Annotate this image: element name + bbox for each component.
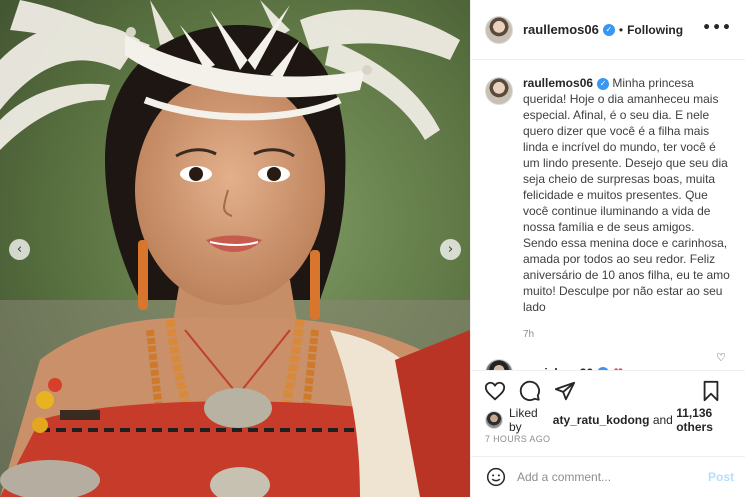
- verified-badge-icon: ✓: [597, 78, 610, 90]
- post-timestamp[interactable]: 7 HOURS AGO: [485, 434, 550, 444]
- caption-text: Minha princesa querida! Hoje o dia amanh…: [523, 76, 730, 314]
- liker-avatar[interactable]: [485, 411, 503, 429]
- author-avatar[interactable]: [485, 15, 513, 44]
- more-options-icon[interactable]: •••: [702, 20, 732, 36]
- caption-username[interactable]: raullemos06: [523, 76, 593, 90]
- instagram-post: ‹ › raullemos06 ✓ • Following ••• raulle…: [0, 0, 745, 497]
- likes-count[interactable]: 11,136 others: [676, 406, 745, 434]
- caption-time[interactable]: 7h: [523, 327, 732, 343]
- likes-summary: Liked by aty_ratu_kodong and 11,136 othe…: [485, 406, 745, 434]
- next-image-button[interactable]: ›: [440, 239, 461, 260]
- girl-portrait-illustration: [0, 0, 470, 497]
- header-separator: •: [618, 22, 624, 37]
- caption-body: raullemos06 ✓ Minha princesa querida! Hoj…: [523, 75, 732, 343]
- smiley-icon[interactable]: [485, 466, 507, 488]
- chevron-left-icon: ‹: [16, 242, 23, 257]
- paper-plane-icon[interactable]: [553, 379, 577, 403]
- likes-connector: and: [652, 413, 673, 427]
- post-photo[interactable]: ‹ ›: [0, 0, 470, 497]
- post-side-panel: raullemos06 ✓ • Following ••• raullemos0…: [470, 0, 745, 497]
- post-comment-button[interactable]: Post: [708, 470, 734, 484]
- caption-author-avatar[interactable]: [485, 77, 513, 105]
- commenter-avatar[interactable]: [485, 359, 513, 370]
- liker-username[interactable]: aty_ratu_kodong: [553, 413, 650, 427]
- comment-input[interactable]: [517, 470, 697, 484]
- caption: raullemos06 ✓ Minha princesa querida! Hoj…: [485, 75, 732, 343]
- previous-image-button[interactable]: ‹: [9, 239, 30, 260]
- liked-by-prefix: Liked by: [509, 406, 538, 434]
- heart-outline-icon[interactable]: [483, 379, 507, 403]
- verified-badge-icon: ✓: [602, 23, 615, 36]
- like-comment-heart-icon[interactable]: ♡: [716, 351, 726, 364]
- comments-section[interactable]: raullemos06 ✓ Minha princesa querida! Hoj…: [471, 61, 745, 370]
- chevron-right-icon: ›: [447, 242, 454, 257]
- author-username[interactable]: raullemos06: [523, 22, 599, 37]
- action-bar: [471, 370, 745, 410]
- add-comment-bar: Post: [471, 456, 745, 497]
- comment-item: yunishara36 ✓ ♥: [485, 359, 732, 370]
- bookmark-icon[interactable]: [699, 379, 723, 403]
- following-button[interactable]: Following: [627, 23, 683, 37]
- post-header: raullemos06 ✓ • Following •••: [471, 0, 745, 60]
- speech-bubble-icon[interactable]: [518, 379, 542, 403]
